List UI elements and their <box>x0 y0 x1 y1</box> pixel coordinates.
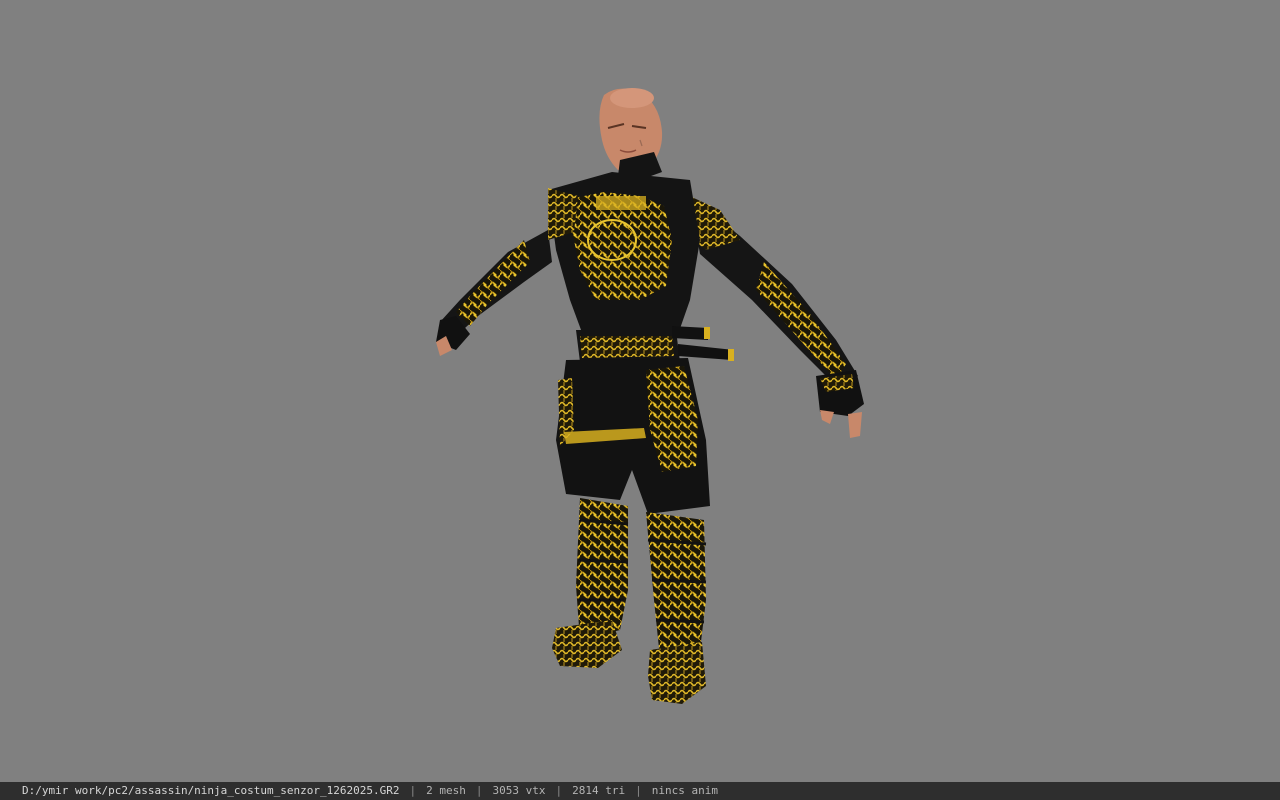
mesh-count: 2 mesh <box>426 784 466 797</box>
right-leg <box>646 512 707 704</box>
status-bar: D:/ymir work/pc2/assassin/ninja_costum_s… <box>0 782 1280 800</box>
sword-hilt <box>672 326 708 340</box>
right-arm <box>672 188 864 438</box>
character-model[interactable] <box>0 0 1280 782</box>
left-arm <box>436 230 552 356</box>
triangle-count: 2814 tri <box>572 784 626 797</box>
3d-viewport[interactable] <box>0 0 1280 782</box>
separator: | <box>409 784 417 797</box>
separator: | <box>555 784 563 797</box>
separator: | <box>635 784 642 797</box>
vertex-count: 3053 vtx <box>492 784 546 797</box>
animation-status: nincs anim <box>651 784 718 797</box>
sword-sheath <box>678 344 734 360</box>
left-leg <box>552 498 629 668</box>
pants <box>556 358 710 514</box>
separator: | <box>475 784 483 797</box>
torso <box>548 172 700 340</box>
belt <box>576 326 734 362</box>
file-path: D:/ymir work/pc2/assassin/ninja_costum_s… <box>22 784 400 797</box>
